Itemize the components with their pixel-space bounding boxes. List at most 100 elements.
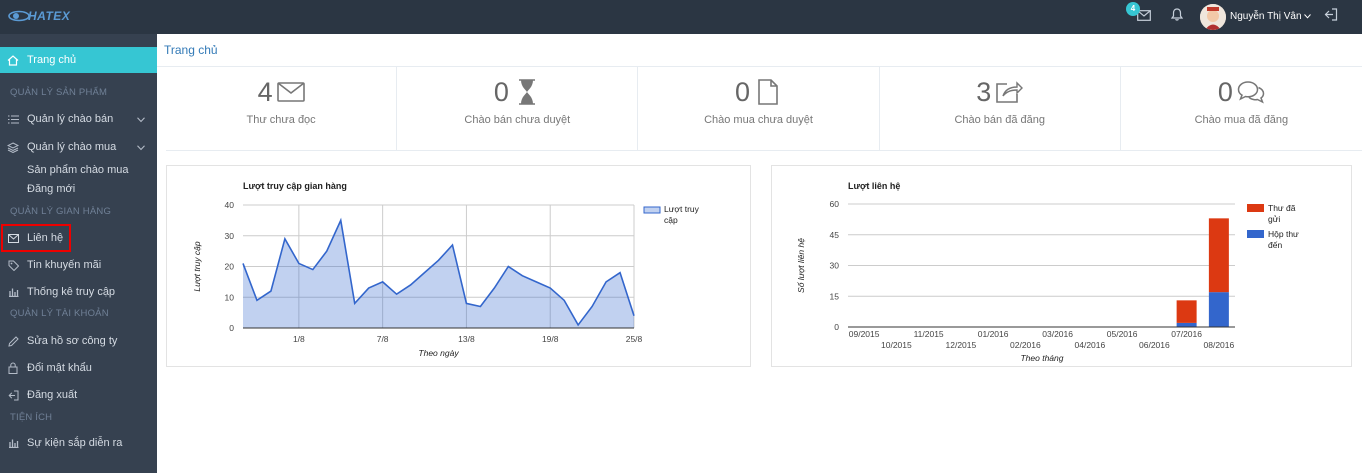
sidebar-item-stats[interactable]: Thống kê truy cập xyxy=(0,279,157,305)
x-tick-label: 06/2016 xyxy=(1139,340,1170,350)
sidebar-item-promotions[interactable]: Tin khuyến mãi xyxy=(0,252,157,278)
y-tick-label: 0 xyxy=(229,323,234,333)
sidebar-item-label: Trang chủ xyxy=(27,54,77,66)
x-tick-label: 7/8 xyxy=(377,334,389,344)
sidebar-section-utils: TIỆN ÍCH xyxy=(10,412,53,423)
x-axis-title: Theo tháng xyxy=(1020,353,1063,363)
x-tick-label: 01/2016 xyxy=(978,329,1009,339)
y-tick-label: 15 xyxy=(830,291,840,301)
chart-title: Lượt truy cập gian hàng xyxy=(243,181,347,191)
mail-button[interactable]: 4 xyxy=(1126,0,1154,34)
bar-segment xyxy=(1176,322,1197,327)
y-axis-title: Lượt truy cập xyxy=(192,241,202,291)
chart-title: Lượt liên hệ xyxy=(848,181,900,191)
file-icon xyxy=(754,78,782,106)
legend-label: đến xyxy=(1268,240,1282,250)
notification-button[interactable] xyxy=(1168,0,1186,34)
legend-label: gửi xyxy=(1268,214,1280,224)
stat-value: 0 xyxy=(493,76,509,107)
y-tick-label: 60 xyxy=(830,199,840,209)
x-tick-label: 25/8 xyxy=(626,334,643,344)
sidebar-item-label: Quản lý chào mua xyxy=(27,141,117,153)
sidebar-item-home[interactable]: Trang chủ xyxy=(0,47,165,73)
stat-pending-sell[interactable]: 0 Chào bán chưa duyệt xyxy=(397,67,639,151)
chevron-down-icon xyxy=(137,114,145,126)
bar-chart-icon xyxy=(6,436,20,450)
logo-text: HATEX xyxy=(28,9,71,23)
hourglass-icon xyxy=(513,78,541,106)
sidebar-item-label: Sự kiện sắp diễn ra xyxy=(27,437,123,449)
comments-icon xyxy=(1237,78,1265,106)
legend-swatch xyxy=(643,206,661,214)
y-tick-label: 30 xyxy=(830,261,840,271)
sidebar-item-label: Liên hệ xyxy=(27,232,64,244)
contacts-chart-panel: Lượt liên hệ 0 15 30 45 60 09/2015 10/2015 11/20… xyxy=(771,165,1352,367)
envelope-icon xyxy=(276,78,305,106)
x-tick-label: 10/2015 xyxy=(881,340,912,350)
legend-label: Lượt truy xyxy=(664,204,700,214)
legend-label: cập xyxy=(664,215,678,225)
stat-label: Thư chưa đọc xyxy=(246,114,316,126)
sidebar-item-logout[interactable]: Đăng xuất xyxy=(0,382,157,408)
x-tick-label: 07/2016 xyxy=(1171,329,1202,339)
sidebar-item-edit-profile[interactable]: Sửa hồ sơ công ty xyxy=(0,328,157,354)
y-tick-label: 0 xyxy=(834,322,839,332)
layers-icon xyxy=(6,140,20,154)
sidebar: Trang chủ QUẢN LÝ SẢN PHẨM Quản lý chào … xyxy=(0,34,165,473)
chevron-down-icon xyxy=(137,142,145,154)
bar-segment xyxy=(1176,300,1197,323)
stat-pending-buy[interactable]: 0 Chào mua chưa duyệt xyxy=(638,67,880,151)
stats-row: 4 Thư chưa đọc 0 Chào bán chưa duyệt 0 C… xyxy=(166,67,1362,151)
visits-chart-panel: Lượt truy cập gian hàng 0 10 20 30 40 1/8 7/8 13… xyxy=(166,165,751,367)
y-tick-label: 45 xyxy=(830,230,840,240)
legend-swatch xyxy=(1247,204,1264,212)
series-area xyxy=(243,220,634,328)
avatar[interactable] xyxy=(1200,4,1226,30)
bell-icon xyxy=(1170,8,1184,26)
sidebar-subitem-buy-products[interactable]: Sản phẩm chào mua xyxy=(27,164,129,176)
sidebar-item-events[interactable]: Sự kiện sắp diễn ra xyxy=(0,430,157,456)
bar-segment xyxy=(1208,218,1229,293)
sidebar-item-contact[interactable]: Liên hệ xyxy=(0,225,157,251)
sidebar-item-label: Đăng xuất xyxy=(27,389,78,401)
sidebar-section-products: QUẢN LÝ SẢN PHẨM xyxy=(10,87,108,98)
sidebar-item-offers-buy[interactable]: Quản lý chào mua xyxy=(0,134,157,160)
logo-mark-icon xyxy=(8,10,30,22)
bar-segment xyxy=(1208,292,1229,327)
stat-value: 4 xyxy=(257,76,273,107)
stat-posted-sell[interactable]: 3 Chào bán đã đăng xyxy=(879,67,1121,151)
sidebar-item-label: Tin khuyến mãi xyxy=(27,259,102,271)
sidebar-item-offers-sell[interactable]: Quản lý chào bán xyxy=(0,106,157,132)
sidebar-item-change-password[interactable]: Đổi mật khẩu xyxy=(0,355,157,381)
home-icon xyxy=(6,53,20,67)
x-tick-label: 09/2015 xyxy=(849,329,880,339)
y-tick-label: 30 xyxy=(225,231,235,241)
bar-chart-icon xyxy=(6,285,20,299)
legend-swatch xyxy=(1247,230,1264,238)
stat-label: Chào mua đã đăng xyxy=(1194,114,1289,126)
chevron-down-icon xyxy=(1303,11,1311,22)
top-bar: HATEX 4 Nguyễn Thị Vân xyxy=(0,0,1362,34)
sidebar-item-label: Sửa hồ sơ công ty xyxy=(27,335,118,347)
sidebar-section-store: QUẢN LÝ GIAN HÀNG xyxy=(10,206,112,217)
sidebar-subitem-post-new[interactable]: Đăng mới xyxy=(27,183,75,195)
contacts-chart: Lượt liên hệ 0 15 30 45 60 09/201510/201511/20… xyxy=(796,181,1299,363)
x-tick-label: 04/2016 xyxy=(1075,340,1106,350)
x-tick-label: 12/2015 xyxy=(946,340,977,350)
envelope-icon xyxy=(6,231,20,245)
tag-icon xyxy=(6,258,20,272)
y-tick-label: 20 xyxy=(225,262,235,272)
share-icon xyxy=(995,78,1024,106)
list-icon xyxy=(6,112,20,126)
y-tick-label: 10 xyxy=(225,292,235,302)
stat-unread-mail[interactable]: 4 Thư chưa đọc xyxy=(166,67,398,151)
logo[interactable]: HATEX xyxy=(8,9,70,23)
x-tick-label: 1/8 xyxy=(293,334,305,344)
logout-button[interactable] xyxy=(1322,0,1340,34)
x-tick-label: 19/8 xyxy=(542,334,559,344)
sidebar-item-label: Đổi mật khẩu xyxy=(27,362,92,374)
legend-label: Thư đã xyxy=(1268,203,1296,213)
breadcrumb[interactable]: Trang chủ xyxy=(164,43,218,57)
user-menu[interactable]: Nguyễn Thị Vân xyxy=(1230,11,1311,22)
stat-posted-buy[interactable]: 0 Chào mua đã đăng xyxy=(1120,67,1362,151)
